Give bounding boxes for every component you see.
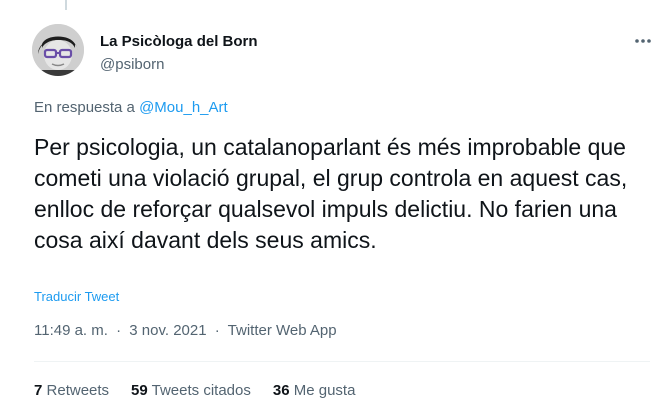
retweets-label: Retweets: [46, 382, 110, 399]
retweets-stat[interactable]: 7 Retweets: [34, 382, 109, 399]
thread-connector-line: [65, 0, 67, 10]
likes-stat[interactable]: 36 Me gusta: [273, 382, 356, 399]
avatar[interactable]: [32, 24, 84, 76]
meta-separator: ·: [214, 322, 220, 339]
quote-tweets-count: 59: [131, 382, 148, 399]
author-handle[interactable]: @psiborn: [100, 56, 164, 73]
reply-mention-link[interactable]: @Mou_h_Art: [139, 99, 228, 116]
tweet-text: Per psicologia, un catalanoparlant és mé…: [34, 134, 628, 253]
more-options-button[interactable]: [630, 30, 656, 52]
tweet-time[interactable]: 11:49 a. m.: [34, 322, 108, 339]
author-name[interactable]: La Psicòloga del Born: [100, 33, 258, 50]
more-dots-icon: [635, 39, 651, 43]
reply-context: En respuesta a @Mou_h_Art: [34, 99, 228, 116]
quote-tweets-stat[interactable]: 59 Tweets citados: [131, 382, 251, 399]
divider: [34, 361, 650, 362]
meta-separator: ·: [116, 322, 122, 339]
tweet-metadata: 11:49 a. m. · 3 nov. 2021 · Twitter Web …: [34, 322, 337, 339]
translate-tweet-link[interactable]: Traducir Tweet: [34, 289, 119, 304]
tweet-date[interactable]: 3 nov. 2021: [129, 322, 206, 339]
reply-prefix: En respuesta a: [34, 99, 135, 116]
quote-tweets-label: Tweets citados: [151, 382, 251, 399]
retweets-count: 7: [34, 382, 43, 399]
likes-count: 36: [272, 382, 290, 399]
avatar-portrait-icon: [32, 24, 84, 76]
tweet-source[interactable]: Twitter Web App: [228, 322, 337, 339]
likes-label: Me gusta: [293, 382, 356, 399]
tweet-stats: 7 Retweets 59 Tweets citados 36 Me gusta: [34, 382, 377, 399]
